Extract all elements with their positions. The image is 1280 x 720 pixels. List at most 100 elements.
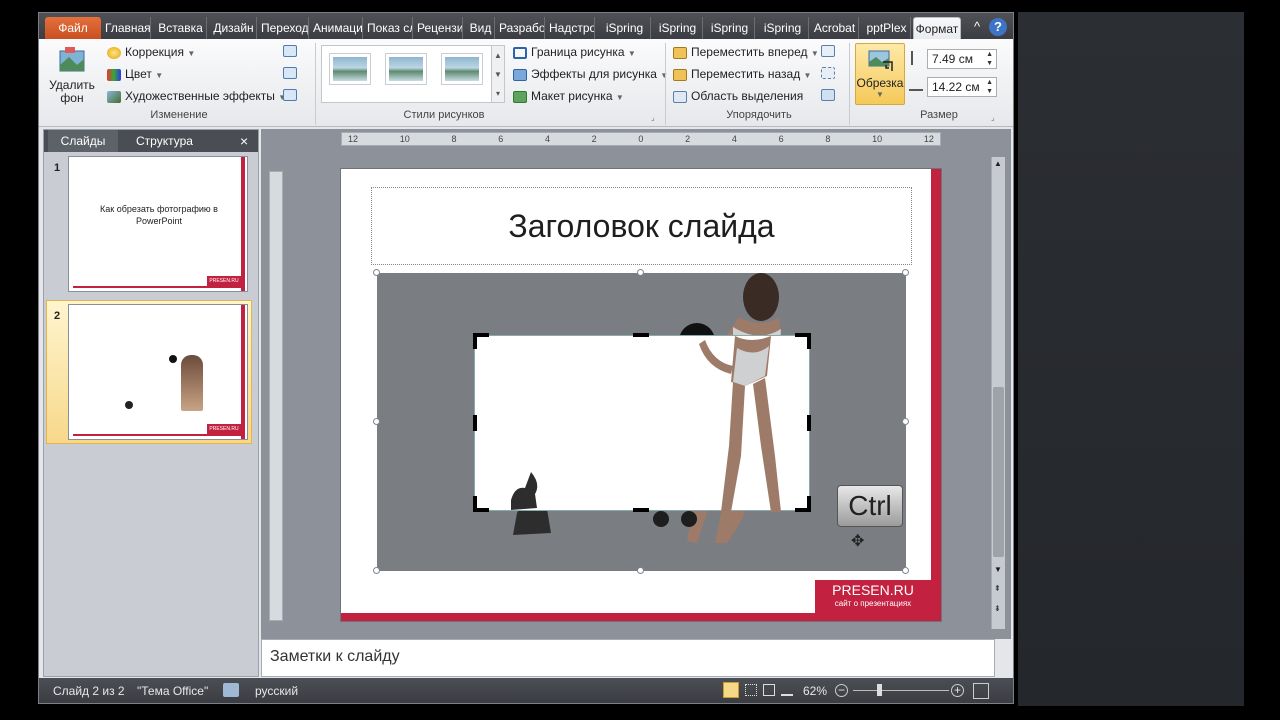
- crop-handle[interactable]: [633, 508, 649, 512]
- slide-sorter-icon[interactable]: [745, 684, 757, 696]
- resize-handle[interactable]: [373, 269, 380, 276]
- tab-insert[interactable]: Вставка: [155, 17, 207, 39]
- help-icon[interactable]: ?: [989, 18, 1007, 36]
- language[interactable]: русский: [255, 684, 298, 698]
- collapse-ribbon-icon[interactable]: ^: [968, 18, 986, 36]
- crop-region[interactable]: [474, 335, 810, 512]
- zoom-slider[interactable]: [853, 690, 949, 691]
- tab-ispring-1[interactable]: iSpring: [599, 17, 651, 39]
- tab-slides[interactable]: Слайды: [48, 130, 118, 152]
- rotate-icon[interactable]: [821, 89, 835, 101]
- send-backward-label: Переместить назад: [691, 67, 801, 81]
- art-effects-button[interactable]: Художественные эффекты ▼: [125, 89, 286, 103]
- slide-editor: 12 10 8 6 4 2 0 2 4 6 8 10 12 ▲ ▼ ⇞ ⇟ За…: [261, 129, 1011, 639]
- selection-pane-button[interactable]: Область выделения: [691, 89, 803, 103]
- scroll-down-icon[interactable]: ▼: [994, 565, 1002, 574]
- normal-view-icon[interactable]: [723, 682, 739, 698]
- picture-layout-button[interactable]: Макет рисунка ▼: [531, 89, 624, 103]
- tab-ispring-2[interactable]: iSpring: [653, 17, 703, 39]
- tab-animations[interactable]: Анимация: [313, 17, 363, 39]
- color-button[interactable]: Цвет ▼: [125, 67, 163, 81]
- resize-handle[interactable]: [902, 269, 909, 276]
- bring-forward-icon: [673, 47, 687, 59]
- crop-handle[interactable]: [473, 333, 477, 349]
- dialog-launcher-icon[interactable]: ⌟: [651, 113, 655, 122]
- remove-background-button[interactable]: Удалить фон: [45, 45, 99, 107]
- height-input[interactable]: 7.49 см ▲ ▼: [927, 49, 997, 69]
- dialog-launcher-icon[interactable]: ⌟: [991, 113, 995, 122]
- tab-file[interactable]: Файл: [45, 17, 101, 39]
- reset-picture-icon[interactable]: [283, 89, 297, 101]
- resize-handle[interactable]: [902, 418, 909, 425]
- group-label-size: Размер: [920, 109, 958, 121]
- tab-view[interactable]: Вид: [467, 17, 495, 39]
- align-icon[interactable]: [821, 45, 835, 57]
- zoom-out-icon[interactable]: −: [835, 684, 848, 697]
- tab-review[interactable]: Рецензирование: [417, 17, 463, 39]
- crop-handle[interactable]: [807, 415, 811, 431]
- picture-style-2[interactable]: [385, 53, 427, 85]
- crop-button[interactable]: Обрезка ▼: [855, 43, 905, 105]
- crop-handle[interactable]: [473, 496, 477, 512]
- group-icon[interactable]: [821, 67, 835, 79]
- prev-slide-icon[interactable]: ⇞: [994, 585, 1001, 593]
- scroll-up-icon[interactable]: ▲: [994, 159, 1002, 168]
- gallery-scroll[interactable]: ▲ ▼ ▾: [491, 45, 505, 103]
- tab-format[interactable]: Формат: [913, 17, 961, 39]
- chevron-down-icon: ▼: [155, 71, 164, 80]
- cropped-picture[interactable]: *: [373, 269, 909, 574]
- tab-slideshow[interactable]: Показ слайдов: [367, 17, 413, 39]
- tab-pptplex[interactable]: pptPlex: [863, 17, 911, 39]
- chevron-down-icon: ▼: [187, 49, 196, 58]
- ruler-tick: 10: [399, 134, 410, 144]
- tab-outline[interactable]: Структура: [130, 130, 199, 152]
- compress-pictures-icon[interactable]: [283, 45, 297, 57]
- resize-handle[interactable]: [373, 567, 380, 574]
- correction-button[interactable]: Коррекция ▼: [125, 45, 195, 59]
- zoom-level[interactable]: 62%: [803, 684, 827, 698]
- slides-panel: Слайды Структура × 1 Как обрезать фотогр…: [43, 129, 259, 677]
- zoom-slider-thumb[interactable]: [877, 684, 882, 696]
- crop-handle[interactable]: [807, 496, 811, 512]
- tab-acrobat[interactable]: Acrobat: [811, 17, 859, 39]
- tab-ispring-3[interactable]: iSpring: [705, 17, 755, 39]
- crop-handle[interactable]: [473, 415, 477, 431]
- bring-forward-button[interactable]: Переместить вперед ▼: [691, 45, 819, 59]
- resize-handle[interactable]: [373, 418, 380, 425]
- scrollbar-thumb[interactable]: [993, 387, 1004, 557]
- resize-handle[interactable]: [637, 269, 644, 276]
- crop-handle[interactable]: [633, 333, 649, 337]
- zoom-in-icon[interactable]: +: [951, 684, 964, 697]
- change-picture-icon[interactable]: [283, 67, 297, 79]
- tab-transitions[interactable]: Переходы: [261, 17, 309, 39]
- resize-handle[interactable]: [637, 567, 644, 574]
- tab-addins[interactable]: Надстройки: [549, 17, 595, 39]
- tab-developer[interactable]: Разработчик: [499, 17, 545, 39]
- next-slide-icon[interactable]: ⇟: [994, 605, 1001, 613]
- picture-effects-button[interactable]: Эффекты для рисунка ▼: [531, 67, 668, 81]
- picture-border-button[interactable]: Граница рисунка ▼: [531, 45, 636, 59]
- art-effects-label: Художественные эффекты: [125, 89, 275, 103]
- picture-style-3[interactable]: [441, 53, 483, 85]
- resize-handle[interactable]: [902, 567, 909, 574]
- reading-view-icon[interactable]: [763, 684, 775, 696]
- tab-design[interactable]: Дизайн: [211, 17, 257, 39]
- slide-thumbnail-1[interactable]: Как обрезать фотографию в PowerPoint PRE…: [68, 156, 248, 292]
- spinner-icon[interactable]: ▲ ▼: [986, 78, 993, 96]
- fit-slide-icon[interactable]: [973, 683, 989, 699]
- tab-home[interactable]: Главная: [105, 17, 151, 39]
- slideshow-icon[interactable]: [781, 684, 793, 696]
- crop-handle[interactable]: [807, 333, 811, 349]
- spinner-icon[interactable]: ▲ ▼: [986, 50, 993, 68]
- tab-ispring-4[interactable]: iSpring: [757, 17, 809, 39]
- send-backward-button[interactable]: Переместить назад ▼: [691, 67, 811, 81]
- close-icon[interactable]: ×: [234, 130, 254, 152]
- vertical-scrollbar[interactable]: ▲ ▼ ⇞ ⇟: [991, 157, 1005, 629]
- picture-style-1[interactable]: [329, 53, 371, 85]
- width-input[interactable]: 14.22 см ▲ ▼: [927, 77, 997, 97]
- remove-background-label: Удалить фон: [49, 78, 95, 105]
- slide-title[interactable]: Заголовок слайда: [371, 187, 912, 265]
- notes-pane[interactable]: Заметки к слайду: [261, 639, 995, 677]
- spellcheck-icon[interactable]: [223, 683, 239, 697]
- slide-thumbnail-2[interactable]: PRESEN.RU: [68, 304, 248, 440]
